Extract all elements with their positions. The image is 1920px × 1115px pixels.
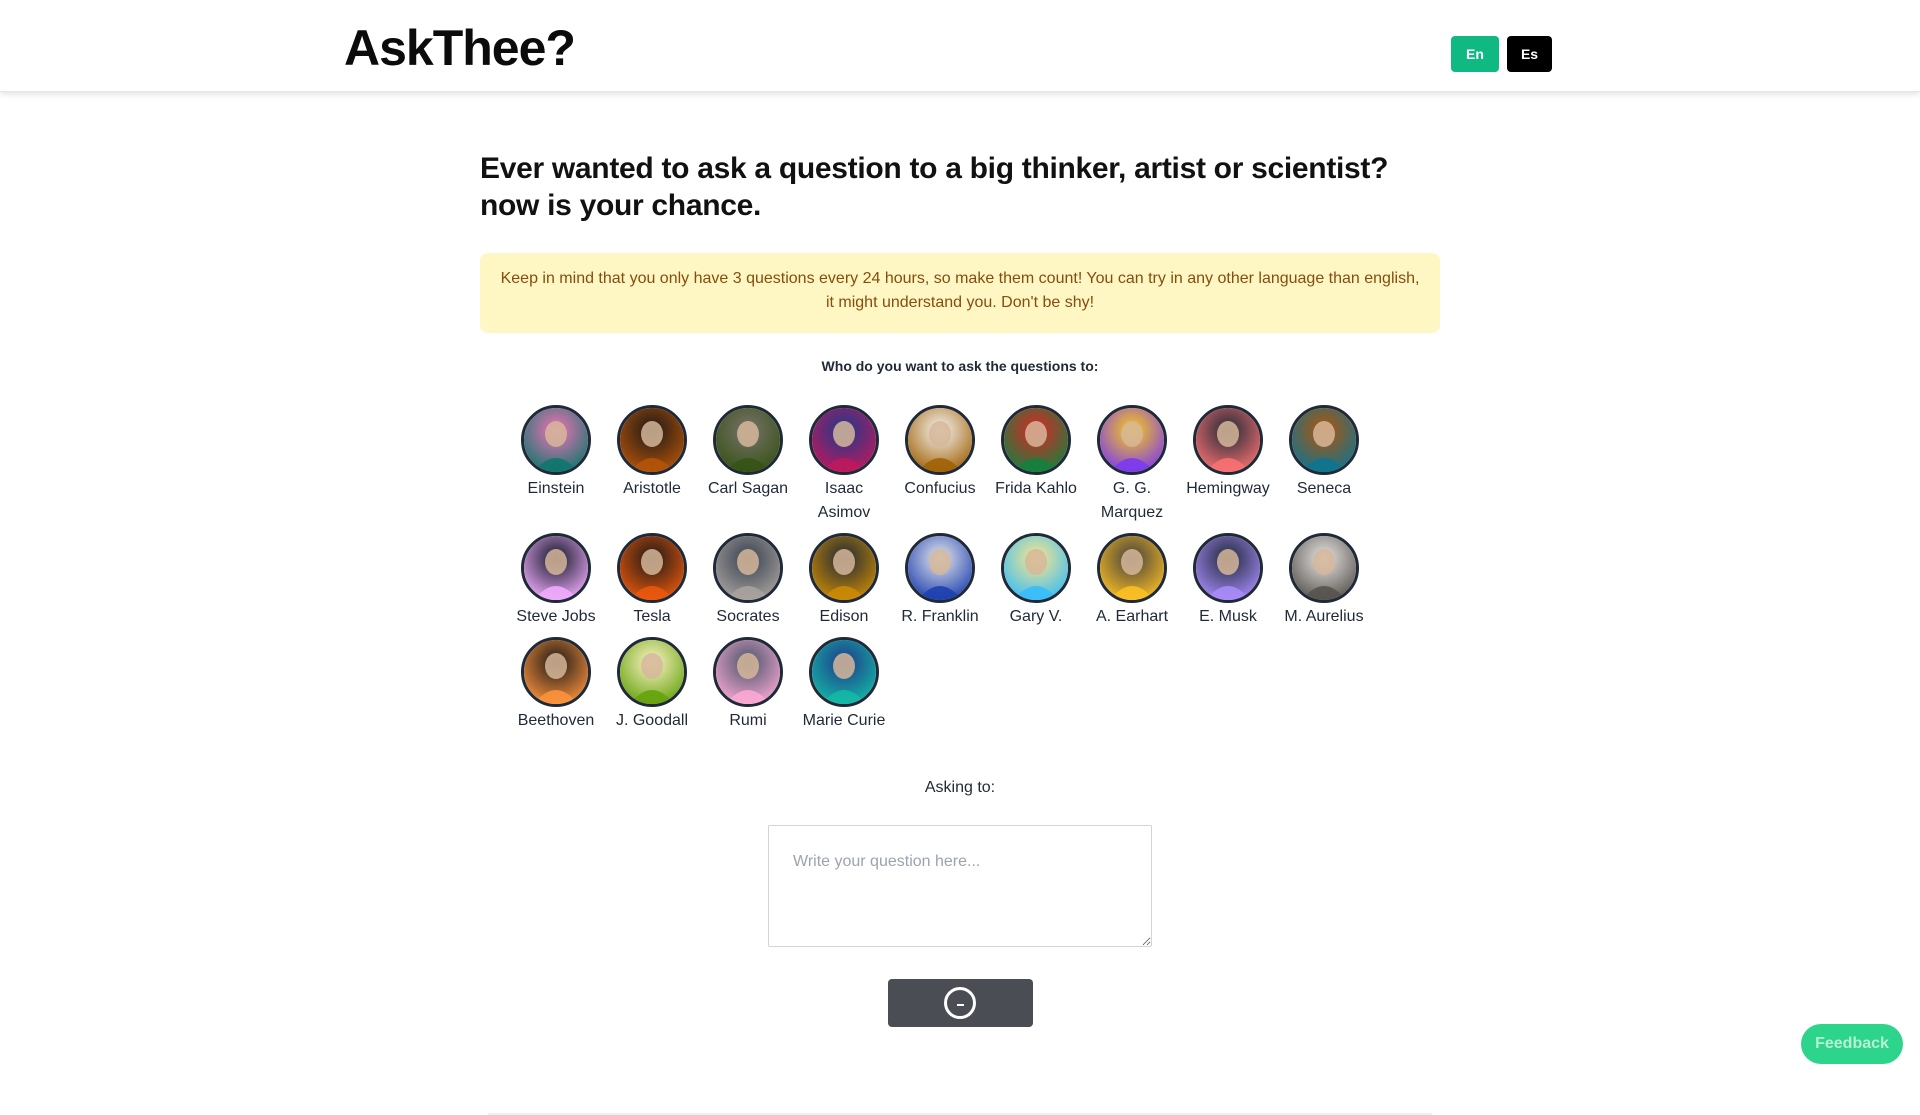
thinker-name: Isaac Asimov (817, 480, 871, 521)
avatar (809, 533, 879, 603)
thinker-name: Beethoven (517, 712, 595, 729)
avatar (1193, 533, 1263, 603)
avatar (713, 533, 783, 603)
thinker-name: Rumi (729, 712, 767, 729)
thinker-hemingway[interactable]: Hemingway (1182, 405, 1274, 501)
avatar (1001, 533, 1071, 603)
avatar (905, 533, 975, 603)
thinker-name: Tesla (633, 608, 671, 625)
thinker-g-g-marquez[interactable]: G. G. Marquez (1086, 405, 1178, 525)
avatar (521, 533, 591, 603)
avatar (1097, 405, 1167, 475)
thinker-name: Marie Curie (802, 712, 886, 729)
thinker-marie-curie[interactable]: Marie Curie (798, 637, 890, 733)
avatar (617, 637, 687, 707)
avatar (1289, 405, 1359, 475)
thinker-j-goodall[interactable]: J. Goodall (606, 637, 698, 733)
avatar (617, 405, 687, 475)
thinker-einstein[interactable]: Einstein (510, 405, 602, 501)
question-input[interactable] (768, 825, 1152, 947)
avatar (1289, 533, 1359, 603)
asking-to-label: Asking to: (924, 779, 996, 796)
thinker-name: E. Musk (1199, 608, 1257, 625)
site-header: AskThee? En Es (0, 0, 1920, 92)
thinker-name: Aristotle (623, 480, 681, 497)
language-es-button[interactable]: Es (1507, 36, 1552, 72)
loading-spinner-icon (944, 987, 976, 1019)
thinker-name: G. G. Marquez (1100, 480, 1164, 521)
thinker-tesla[interactable]: Tesla (606, 533, 698, 629)
thinker-name: Seneca (1296, 480, 1352, 497)
thinker-e-musk[interactable]: E. Musk (1182, 533, 1274, 629)
thinker-a-earhart[interactable]: A. Earhart (1086, 533, 1178, 629)
thinker-socrates[interactable]: Socrates (702, 533, 794, 629)
thinker-select-label: Who do you want to ask the questions to: (821, 358, 1099, 374)
feedback-button[interactable]: Feedback (1801, 1024, 1903, 1064)
avatar (713, 405, 783, 475)
thinker-r-franklin[interactable]: R. Franklin (894, 533, 986, 629)
avatar (1001, 405, 1071, 475)
submit-question-button[interactable] (888, 979, 1033, 1027)
thinker-name: A. Earhart (1095, 608, 1169, 625)
thinker-steve-jobs[interactable]: Steve Jobs (510, 533, 602, 629)
thinker-name: Socrates (716, 608, 780, 625)
avatar (521, 637, 591, 707)
avatar (617, 533, 687, 603)
thinker-m-aurelius[interactable]: M. Aurelius (1278, 533, 1370, 629)
thinker-confucius[interactable]: Confucius (894, 405, 986, 501)
thinker-name: Edison (819, 608, 869, 625)
thinker-gary-v[interactable]: Gary V. (990, 533, 1082, 629)
thinker-name: Carl Sagan (707, 480, 789, 497)
thinker-seneca[interactable]: Seneca (1278, 405, 1370, 501)
thinker-rumi[interactable]: Rumi (702, 637, 794, 733)
main-content: Ever wanted to ask a question to a big t… (480, 150, 1440, 1115)
thinker-name: Einstein (527, 480, 585, 497)
thinker-name: R. Franklin (901, 608, 979, 625)
thinker-name: Frida Kahlo (995, 480, 1077, 497)
thinker-name: Gary V. (1009, 608, 1063, 625)
thinker-isaac-asimov[interactable]: Isaac Asimov (798, 405, 890, 525)
avatar (809, 405, 879, 475)
avatar (521, 405, 591, 475)
thinker-frida-kahlo[interactable]: Frida Kahlo (990, 405, 1082, 501)
thinker-name: M. Aurelius (1284, 608, 1364, 625)
thinker-name: Confucius (904, 480, 976, 497)
question-limit-notice: Keep in mind that you only have 3 questi… (480, 253, 1440, 333)
thinker-name: Steve Jobs (516, 608, 596, 625)
avatar (1193, 405, 1263, 475)
thinker-carl-sagan[interactable]: Carl Sagan (702, 405, 794, 501)
site-logo[interactable]: AskThee? (344, 18, 576, 78)
language-en-button[interactable]: En (1451, 36, 1499, 72)
thinker-edison[interactable]: Edison (798, 533, 890, 629)
thinker-name: J. Goodall (615, 712, 689, 729)
thinker-aristotle[interactable]: Aristotle (606, 405, 698, 501)
avatar (1097, 533, 1167, 603)
thinker-name: Hemingway (1186, 480, 1270, 497)
page-headline: Ever wanted to ask a question to a big t… (480, 152, 1389, 222)
avatar (809, 637, 879, 707)
thinker-beethoven[interactable]: Beethoven (510, 637, 602, 733)
avatar (905, 405, 975, 475)
avatar (713, 637, 783, 707)
